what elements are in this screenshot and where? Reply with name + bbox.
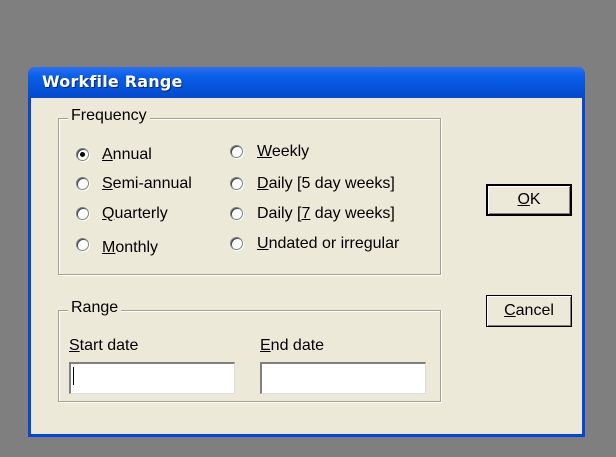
- start-date-label: Start date: [69, 337, 139, 354]
- end-date-label: End date: [260, 337, 325, 354]
- radio-weekly-label[interactable]: Weekly: [257, 143, 309, 161]
- start-date-field-wrap: [69, 362, 235, 394]
- radio-annual-label[interactable]: Annual: [102, 146, 152, 164]
- radio-daily-7-button[interactable]: [230, 207, 243, 220]
- ok-button[interactable]: OK: [486, 184, 572, 216]
- range-legend: Range: [68, 299, 122, 317]
- radio-undated-label[interactable]: Undated or irregular: [257, 235, 399, 253]
- title-bar[interactable]: Workfile Range: [28, 67, 585, 98]
- radio-daily-5-label[interactable]: Daily [5 day weeks]: [257, 175, 395, 193]
- text-caret: [73, 367, 74, 385]
- start-date-field[interactable]: [69, 362, 235, 394]
- radio-annual-button[interactable]: [76, 148, 89, 161]
- radio-undated-button[interactable]: [230, 237, 243, 250]
- cancel-button[interactable]: Cancel: [486, 295, 572, 327]
- radio-selected-dot: [80, 152, 85, 157]
- workfile-range-dialog: Workfile Range Frequency Annual Semi-ann…: [28, 67, 585, 437]
- radio-daily-7-label[interactable]: Daily [7 day weeks]: [257, 205, 395, 223]
- radio-quarterly-label[interactable]: Quarterly: [102, 205, 168, 223]
- radio-weekly-button[interactable]: [230, 145, 243, 158]
- radio-quarterly-button[interactable]: [76, 207, 89, 220]
- frequency-legend: Frequency: [68, 107, 150, 125]
- radio-semi-annual-button[interactable]: [76, 177, 89, 190]
- radio-daily-5-button[interactable]: [230, 177, 243, 190]
- radio-monthly-label[interactable]: Monthly: [102, 239, 158, 257]
- radio-semi-annual-label[interactable]: Semi-annual: [102, 175, 192, 193]
- end-date-field[interactable]: [260, 362, 426, 394]
- radio-monthly-button[interactable]: [76, 238, 89, 251]
- dialog-title: Workfile Range: [42, 72, 183, 91]
